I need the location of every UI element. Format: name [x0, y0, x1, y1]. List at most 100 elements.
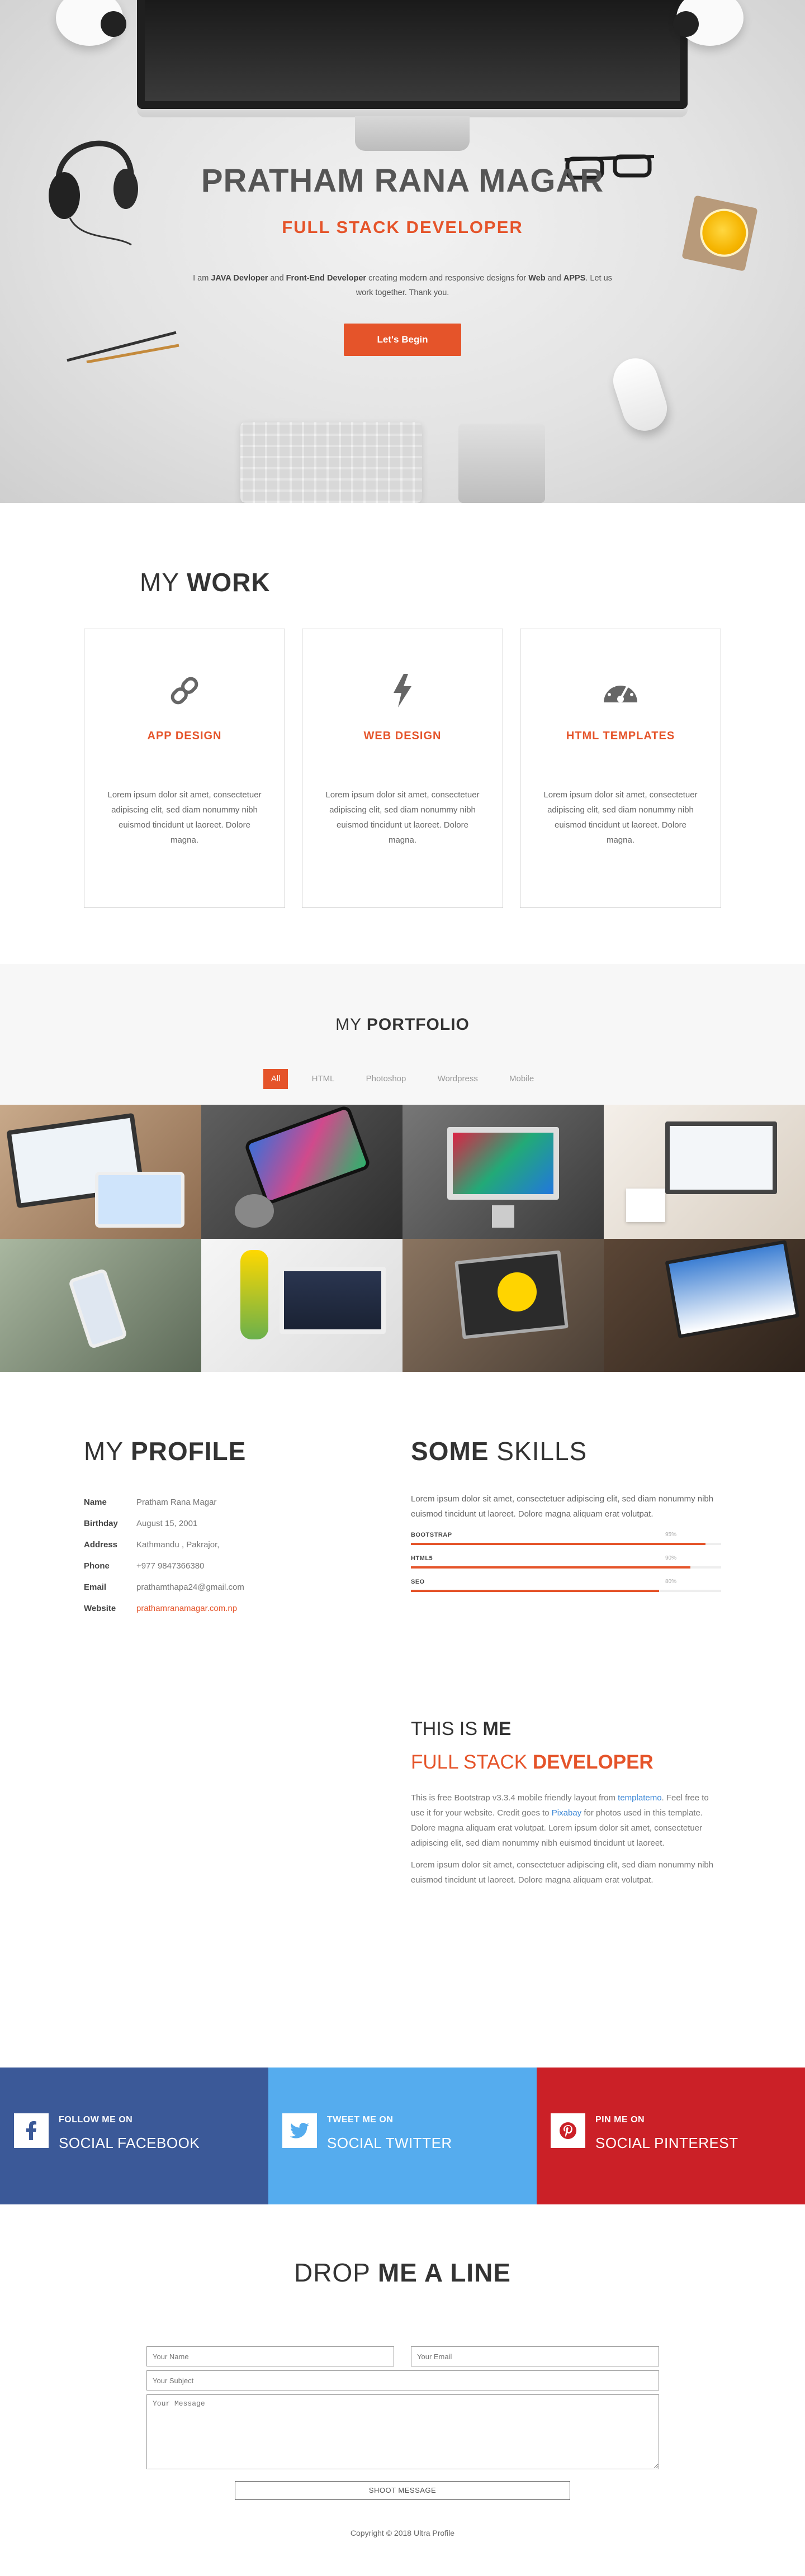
lightning-icon	[302, 674, 503, 707]
about-paragraph-1: This is free Bootstrap v3.3.4 mobile fri…	[411, 1793, 709, 1848]
portfolio-item-imac-flowers[interactable]	[201, 1239, 402, 1373]
skill-seo: SEO 80%	[411, 1579, 721, 1592]
portfolio-item-desk-laptop[interactable]	[604, 1105, 805, 1239]
name-field[interactable]	[146, 2346, 394, 2366]
profile-row: Name Pratham Rana Magar	[84, 1491, 244, 1513]
facebook-icon	[14, 2113, 49, 2148]
profile-key: Birthday	[84, 1518, 118, 1528]
contact-section: DROP ME A LINE SHOOT MESSAGE Copyright ©…	[0, 2204, 805, 2576]
skills-text: Lorem ipsum dolor sit amet, consectetuer…	[411, 1494, 714, 1519]
profile-value: Kathmandu , Pakrajor,	[136, 1539, 220, 1550]
social-section: FOLLOW ME ON SOCIAL FACEBOOK TWEET ME ON…	[0, 2068, 805, 2204]
social-twitter-panel[interactable]: TWEET ME ON SOCIAL TWITTER	[268, 2068, 537, 2204]
profile-value: prathamthapa24@gmail.com	[136, 1582, 244, 1592]
templatemo-link[interactable]: templatemo	[618, 1793, 661, 1803]
profile-row: Email prathamthapa24@gmail.com	[84, 1576, 244, 1598]
profile-value: Pratham Rana Magar	[136, 1497, 217, 1507]
social-line1: TWEET ME ON	[327, 2115, 394, 2125]
work-card-text: Lorem ipsum dolor sit amet, consectetuer…	[543, 790, 698, 845]
profile-key: Name	[84, 1497, 107, 1507]
profile-row: Phone +977 9847366380	[84, 1555, 244, 1576]
portfolio-item-laptop-hands[interactable]	[402, 1239, 604, 1373]
portfolio-grid	[0, 1105, 805, 1373]
skill-bootstrap: BOOTSTRAP 95%	[411, 1532, 721, 1545]
work-card-text: Lorem ipsum dolor sit amet, consectetuer…	[325, 790, 480, 845]
hero-role: FULL STACK DEVELOPER	[282, 217, 523, 237]
social-pinterest-panel[interactable]: PIN ME ON SOCIAL PINTEREST	[537, 2068, 805, 2204]
work-title: MY WORK	[140, 568, 271, 597]
work-card-text: Lorem ipsum dolor sit amet, consectetuer…	[107, 790, 262, 845]
email-field[interactable]	[411, 2346, 659, 2366]
filter-wordpress[interactable]: Wordpress	[430, 1069, 486, 1089]
filter-all[interactable]: All	[263, 1069, 288, 1089]
subject-field[interactable]	[146, 2370, 659, 2390]
profile-key: Email	[84, 1582, 107, 1592]
profile-row: Address Kathmandu , Pakrajor,	[84, 1534, 244, 1555]
skill-percent: 90%	[665, 1555, 676, 1561]
twitter-icon	[282, 2113, 317, 2148]
work-card-title: HTML TEMPLATES	[566, 730, 675, 742]
skill-bar-fill	[411, 1590, 659, 1592]
skill-percent: 80%	[665, 1579, 676, 1585]
skill-bar-fill	[411, 1566, 690, 1569]
work-card-html-templates: HTML TEMPLATES Lorem ipsum dolor sit ame…	[520, 629, 721, 908]
about-section: THIS IS ME FULL STACK DEVELOPER This is …	[0, 1710, 805, 2068]
pixabay-link[interactable]: Pixabay	[552, 1808, 581, 1818]
dashboard-icon	[520, 674, 721, 707]
copyright-text: Copyright © 2018 Ultra Profile	[350, 2529, 455, 2537]
profile-row: Birthday August 15, 2001	[84, 1513, 244, 1534]
about-paragraph-2: Lorem ipsum dolor sit amet, consectetuer…	[411, 1860, 714, 1885]
hero-name: PRATHAM RANA MAGAR	[201, 163, 604, 199]
profile-row: Website prathamranamagar.com.np	[84, 1598, 244, 1619]
portfolio-item-laptop-person[interactable]	[604, 1239, 805, 1373]
social-line1: PIN ME ON	[595, 2115, 645, 2125]
notepad-image	[458, 424, 545, 503]
hero-intro: I am JAVA Devloper and Front-End Develop…	[193, 274, 612, 297]
message-field[interactable]	[146, 2394, 659, 2469]
skill-percent: 95%	[665, 1532, 676, 1538]
work-card-title: WEB DESIGN	[363, 730, 442, 742]
mouse-image	[607, 352, 673, 437]
link-icon	[84, 674, 285, 707]
portfolio-item-imac-grey[interactable]	[402, 1105, 604, 1239]
hero-section: PRATHAM RANA MAGAR FULL STACK DEVELOPER …	[0, 0, 805, 503]
work-card-app-design: APP DESIGN Lorem ipsum dolor sit amet, c…	[84, 629, 285, 908]
social-facebook-panel[interactable]: FOLLOW ME ON SOCIAL FACEBOOK	[0, 2068, 268, 2204]
profile-title: MY PROFILE	[84, 1437, 247, 1466]
social-line2: SOCIAL TWITTER	[327, 2135, 452, 2151]
portfolio-filters: All HTML Photoshop Wordpress Mobile	[0, 1069, 805, 1089]
skill-html5: HTML5 90%	[411, 1555, 721, 1569]
profile-table: Name Pratham Rana Magar Birthday August 15…	[84, 1491, 244, 1619]
skills-title: SOME SKILLS	[411, 1437, 588, 1466]
profile-key: Website	[84, 1603, 116, 1613]
about-subtitle: FULL STACK DEVELOPER	[411, 1751, 654, 1773]
profile-key: Phone	[84, 1561, 110, 1571]
filter-mobile[interactable]: Mobile	[501, 1069, 542, 1089]
portfolio-item-hand-phone[interactable]	[0, 1239, 201, 1373]
profile-value: +977 9847366380	[136, 1561, 205, 1571]
portfolio-section: MY PORTFOLIO All HTML Photoshop Wordpres…	[0, 964, 805, 1373]
pinterest-icon	[551, 2113, 585, 2148]
profile-value: August 15, 2001	[136, 1518, 198, 1528]
filter-photoshop[interactable]: Photoshop	[358, 1069, 414, 1089]
filter-html[interactable]: HTML	[304, 1069, 343, 1089]
shoot-message-button[interactable]: SHOOT MESSAGE	[235, 2481, 570, 2500]
lets-begin-button[interactable]: Let's Begin	[344, 324, 461, 356]
work-section: MY WORK APP DESIGN Lorem ipsum dolor sit…	[0, 503, 805, 964]
social-line2: SOCIAL PINTEREST	[595, 2135, 738, 2151]
work-card-web-design: WEB DESIGN Lorem ipsum dolor sit amet, c…	[302, 629, 503, 908]
social-line2: SOCIAL FACEBOOK	[59, 2135, 200, 2151]
portfolio-item-laptop-tablet[interactable]	[0, 1105, 201, 1239]
monitor-image	[137, 0, 688, 151]
about-title: THIS IS ME	[411, 1718, 512, 1739]
portfolio-item-phone[interactable]	[201, 1105, 402, 1239]
keyboard-image	[240, 422, 422, 503]
website-link[interactable]: prathamranamagar.com.np	[136, 1598, 244, 1619]
work-card-title: APP DESIGN	[147, 730, 222, 742]
speaker-left-image	[56, 0, 126, 46]
social-line1: FOLLOW ME ON	[59, 2115, 133, 2125]
profile-key: Address	[84, 1539, 118, 1550]
profile-section: MY PROFILE Name Pratham Rana Magar Birthd…	[0, 1372, 805, 1710]
skill-bar-fill	[411, 1543, 706, 1545]
contact-title: DROP ME A LINE	[293, 2258, 511, 2287]
